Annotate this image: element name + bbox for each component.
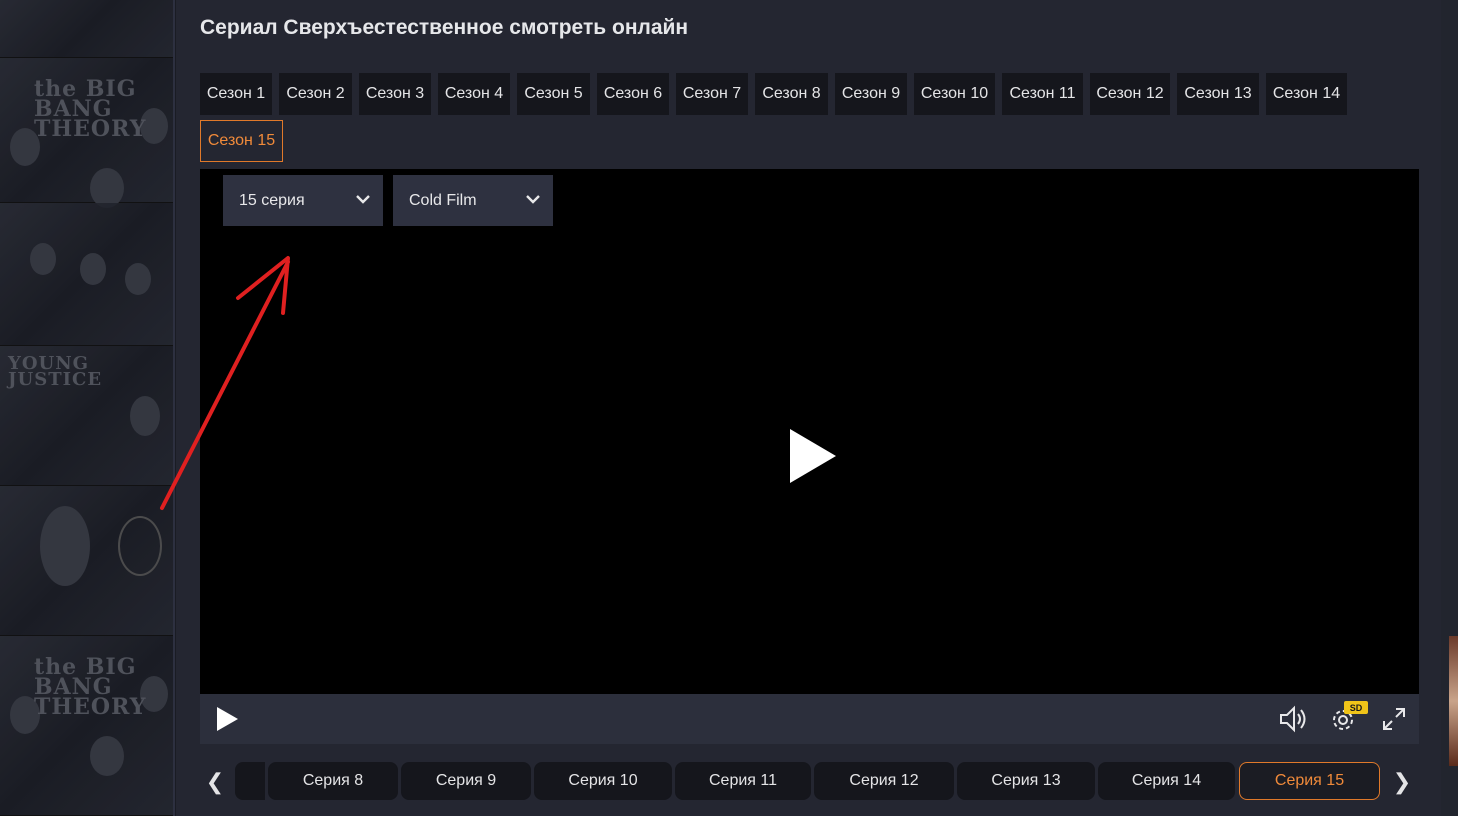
- episode-tab-14[interactable]: Серия 14: [1098, 762, 1235, 800]
- quality-badge: SD: [1344, 701, 1368, 714]
- poster-tile: [0, 0, 173, 58]
- poster-tile[interactable]: the BIG BANG THEORY: [0, 58, 173, 208]
- divider: [173, 0, 175, 816]
- left-poster-column: the BIG BANG THEORY YOUNG JUSTICE the BI…: [0, 0, 173, 816]
- episode-select[interactable]: 15 серия: [223, 175, 383, 226]
- season-tab-11[interactable]: Сезон 11: [1002, 73, 1083, 115]
- chevron-down-icon: [526, 195, 540, 204]
- episode-tab-12[interactable]: Серия 12: [814, 762, 954, 800]
- season-tab-10[interactable]: Сезон 10: [914, 73, 995, 115]
- right-sidebar-edge: [1441, 0, 1458, 816]
- season-tab-12[interactable]: Сезон 12: [1090, 73, 1170, 115]
- season-tab-15[interactable]: Сезон 15: [200, 120, 283, 162]
- season-tab-4[interactable]: Сезон 4: [438, 73, 510, 115]
- episode-tab-8[interactable]: Серия 8: [268, 762, 398, 800]
- poster-tile[interactable]: [0, 203, 173, 346]
- episode-partial-tile[interactable]: [235, 762, 265, 800]
- poster-tile[interactable]: the BIG BANG THEORY: [0, 636, 173, 816]
- season-tab-14[interactable]: Сезон 14: [1266, 73, 1347, 115]
- poster-text: YOUNG JUSTICE: [8, 353, 103, 391]
- episode-tab-11[interactable]: Серия 11: [675, 762, 811, 800]
- season-tab-13[interactable]: Сезон 13: [1177, 73, 1259, 115]
- poster-tile[interactable]: [0, 486, 173, 636]
- main-panel: Сериал Сверхъестественное смотреть онлай…: [176, 0, 1441, 816]
- episodes-prev-button[interactable]: ❮: [200, 764, 230, 800]
- season-tab-3[interactable]: Сезон 3: [359, 73, 431, 115]
- big-play-icon[interactable]: [788, 427, 838, 485]
- video-player[interactable]: 15 серия Cold Film SD: [200, 169, 1419, 744]
- season-tab-6[interactable]: Сезон 6: [597, 73, 669, 115]
- season-tab-9[interactable]: Сезон 9: [835, 73, 907, 115]
- volume-icon[interactable]: [1278, 705, 1310, 733]
- episodes-next-button[interactable]: ❯: [1387, 764, 1417, 800]
- poster-text: the BIG BANG THEORY: [34, 654, 147, 720]
- episode-tab-13[interactable]: Серия 13: [957, 762, 1095, 800]
- voice-select[interactable]: Cold Film: [393, 175, 553, 226]
- player-controls: SD: [200, 694, 1419, 744]
- chevron-left-icon: ❮: [205, 769, 225, 795]
- season-tab-2[interactable]: Сезон 2: [279, 73, 352, 115]
- episode-select-value: 15 серия: [239, 191, 305, 209]
- season-tab-5[interactable]: Сезон 5: [517, 73, 590, 115]
- chevron-right-icon: ❯: [1392, 769, 1412, 795]
- voice-select-value: Cold Film: [409, 191, 477, 209]
- episode-tab-15[interactable]: Серия 15: [1239, 762, 1380, 800]
- episode-tab-10[interactable]: Серия 10: [534, 762, 672, 800]
- page-title: Сериал Сверхъестественное смотреть онлай…: [200, 16, 689, 39]
- poster-tile[interactable]: YOUNG JUSTICE: [0, 346, 173, 486]
- season-tab-7[interactable]: Сезон 7: [676, 73, 748, 115]
- play-icon[interactable]: [215, 706, 239, 732]
- season-tab-8[interactable]: Сезон 8: [755, 73, 828, 115]
- chevron-down-icon: [356, 195, 370, 204]
- season-tab-1[interactable]: Сезон 1: [200, 73, 272, 115]
- poster-text: the BIG BANG THEORY: [34, 76, 147, 142]
- fullscreen-icon[interactable]: [1382, 707, 1406, 731]
- episode-tab-9[interactable]: Серия 9: [401, 762, 531, 800]
